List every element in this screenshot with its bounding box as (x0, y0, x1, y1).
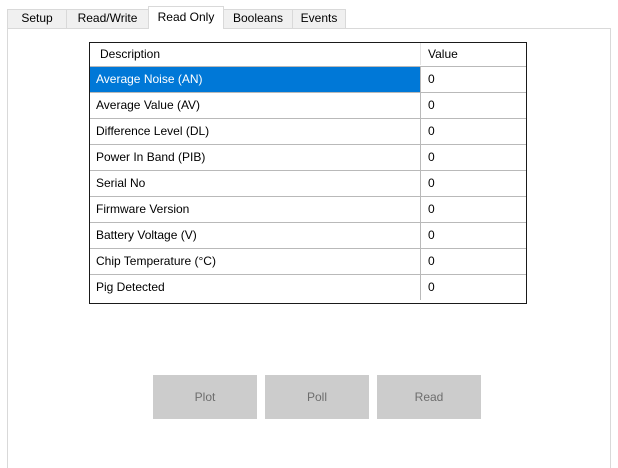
table-row[interactable]: Chip Temperature (°C) 0 (90, 248, 526, 274)
cell-value[interactable]: 0 (422, 223, 526, 248)
cell-value[interactable]: 0 (422, 197, 526, 222)
table-row[interactable]: Firmware Version 0 (90, 196, 526, 222)
table-row[interactable]: Pig Detected 0 (90, 274, 526, 300)
cell-description[interactable]: Average Value (AV) (90, 93, 421, 118)
column-header-value[interactable]: Value (422, 43, 526, 65)
application-window: Setup Read/Write Read Only Booleans Even… (0, 0, 618, 468)
cell-description[interactable]: Battery Voltage (V) (90, 223, 421, 248)
table-row[interactable]: Power In Band (PIB) 0 (90, 144, 526, 170)
cell-value[interactable]: 0 (422, 93, 526, 118)
cell-value[interactable]: 0 (422, 171, 526, 196)
cell-description[interactable]: Firmware Version (90, 197, 421, 222)
tab-read-only[interactable]: Read Only (148, 6, 224, 29)
grid-rows: Average Noise (AN) 0 Average Value (AV) … (90, 66, 526, 300)
tab-setup[interactable]: Setup (7, 9, 67, 28)
table-row[interactable]: Average Value (AV) 0 (90, 92, 526, 118)
table-row[interactable]: Battery Voltage (V) 0 (90, 222, 526, 248)
cell-value[interactable]: 0 (422, 249, 526, 274)
cell-description[interactable]: Average Noise (AN) (90, 67, 421, 92)
cell-description[interactable]: Difference Level (DL) (90, 119, 421, 144)
tab-read-write[interactable]: Read/Write (66, 9, 149, 28)
tab-strip: Setup Read/Write Read Only Booleans Even… (0, 0, 618, 29)
tab-booleans[interactable]: Booleans (223, 9, 293, 28)
read-button[interactable]: Read (377, 375, 481, 419)
read-only-grid[interactable]: Description Value Average Noise (AN) 0 A… (89, 42, 527, 304)
table-row[interactable]: Average Noise (AN) 0 (90, 66, 526, 92)
cell-value[interactable]: 0 (422, 145, 526, 170)
cell-description[interactable]: Serial No (90, 171, 421, 196)
column-header-description[interactable]: Description (90, 43, 421, 65)
cell-description[interactable]: Power In Band (PIB) (90, 145, 421, 170)
cell-value[interactable]: 0 (422, 119, 526, 144)
table-row[interactable]: Serial No 0 (90, 170, 526, 196)
cell-description[interactable]: Chip Temperature (°C) (90, 249, 421, 274)
grid-header: Description Value (90, 43, 526, 65)
cell-value[interactable]: 0 (422, 67, 526, 92)
poll-button[interactable]: Poll (265, 375, 369, 419)
cell-description[interactable]: Pig Detected (90, 275, 421, 300)
cell-value[interactable]: 0 (422, 275, 526, 300)
plot-button[interactable]: Plot (153, 375, 257, 419)
tab-events[interactable]: Events (292, 9, 346, 28)
table-row[interactable]: Difference Level (DL) 0 (90, 118, 526, 144)
